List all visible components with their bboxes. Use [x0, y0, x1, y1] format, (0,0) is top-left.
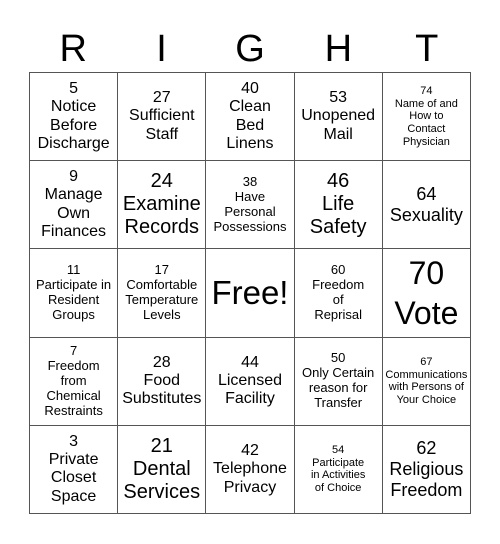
- bingo-cell[interactable]: 11 Participate in Resident Groups: [28, 248, 119, 338]
- bingo-cell[interactable]: 24 Examine Records: [117, 160, 207, 250]
- cell-label: 40 Clean Bed Linens: [226, 79, 274, 152]
- cell-label: 11 Participate in Resident Groups: [36, 262, 112, 322]
- header-letter: R: [59, 28, 87, 70]
- cell-label: 17 Comfortable Temperature Levels: [125, 262, 199, 322]
- bingo-cell[interactable]: 40 Clean Bed Linens: [205, 71, 295, 162]
- cell-label: 24 Examine Records: [122, 170, 201, 239]
- cell-label: 38 Have Personal Possessions: [213, 173, 287, 234]
- header-letter: H: [324, 28, 353, 70]
- cell-label: 42 Telephone Privacy: [213, 441, 287, 496]
- cell-label: 46 Life Safety: [309, 170, 367, 239]
- bingo-cell[interactable]: 74 Name of and How to Contact Physician: [381, 71, 472, 162]
- cell-label: 5 Notice Before Discharge: [37, 79, 110, 152]
- bingo-cell[interactable]: 64 Sexuality: [381, 160, 472, 250]
- bingo-cell[interactable]: 62 Religious Freedom: [381, 424, 472, 515]
- cell-label: 28 Food Substitutes: [122, 353, 202, 408]
- bingo-board: 5 Notice Before Discharge 27 Sufficient S…: [28, 71, 472, 515]
- cell-label: 74 Name of and How to Contact Physician: [394, 84, 458, 148]
- bingo-cell[interactable]: 21 Dental Services: [117, 424, 207, 515]
- bingo-cell[interactable]: 27 Sufficient Staff: [117, 71, 207, 162]
- bingo-cell[interactable]: 17 Comfortable Temperature Levels: [117, 248, 207, 338]
- bingo-cell[interactable]: 54 Participate in Activities of Choice: [293, 424, 383, 515]
- cell-label: 54 Participate in Activities of Choice: [310, 444, 366, 495]
- bingo-cell[interactable]: 28 Food Substitutes: [117, 336, 207, 426]
- bingo-cell[interactable]: 46 Life Safety: [293, 160, 383, 250]
- bingo-cell[interactable]: 9 Manage Own Finances: [28, 160, 119, 250]
- header-letter: I: [156, 28, 167, 70]
- cell-label: 62 Religious Freedom: [389, 438, 464, 500]
- cell-label: 27 Sufficient Staff: [129, 89, 195, 143]
- board-row: 5 Notice Before Discharge 27 Sufficient S…: [28, 71, 472, 162]
- board-row: 11 Participate in Resident Groups 17 Comf…: [28, 248, 472, 338]
- cell-label: 7 Freedom from Chemical Restraints: [44, 342, 103, 418]
- cell-label: 60 Freedom of Reprisal: [312, 262, 365, 322]
- bingo-cell[interactable]: 70 Vote: [381, 248, 472, 338]
- cell-label: 64 Sexuality: [389, 184, 463, 225]
- bingo-cell[interactable]: 60 Freedom of Reprisal: [293, 248, 383, 338]
- cell-label: 67 Communications with Persons of Your C…: [385, 355, 468, 406]
- cell-label: 70 Vote: [394, 254, 459, 331]
- cell-label: 3 Private Closet Space: [48, 432, 99, 505]
- bingo-cell[interactable]: 42 Telephone Privacy: [205, 424, 295, 515]
- bingo-cell[interactable]: 3 Private Closet Space: [28, 424, 119, 515]
- board-row: 3 Private Closet Space 21 Dental Services…: [28, 424, 472, 515]
- cell-label: 44 Licensed Facility: [217, 353, 282, 408]
- board-row: 9 Manage Own Finances 24 Examine Records 3…: [28, 160, 472, 250]
- bingo-cell[interactable]: 50 Only Certain reason for Transfer: [293, 336, 383, 426]
- cell-label: 53 Unopened Mail: [301, 89, 376, 143]
- bingo-cell[interactable]: 53 Unopened Mail: [293, 71, 383, 162]
- cell-label: 21 Dental Services: [123, 434, 201, 503]
- bingo-cell[interactable]: 5 Notice Before Discharge: [28, 71, 119, 162]
- bingo-cell[interactable]: 7 Freedom from Chemical Restraints: [28, 336, 119, 426]
- bingo-cell[interactable]: 67 Communications with Persons of Your C…: [381, 336, 472, 426]
- bingo-header: R I G H T: [29, 26, 471, 72]
- bingo-cell[interactable]: 44 Licensed Facility: [205, 336, 295, 426]
- cell-label: 50 Only Certain reason for Transfer: [302, 350, 375, 411]
- free-space-cell[interactable]: Free!: [205, 248, 295, 338]
- cell-label: 9 Manage Own Finances: [41, 168, 107, 241]
- board-row: 7 Freedom from Chemical Restraints 28 Foo…: [28, 336, 472, 426]
- header-letter: T: [415, 28, 439, 70]
- free-space-label: Free!: [211, 274, 289, 311]
- header-letter: G: [235, 28, 265, 70]
- bingo-cell[interactable]: 38 Have Personal Possessions: [205, 160, 295, 250]
